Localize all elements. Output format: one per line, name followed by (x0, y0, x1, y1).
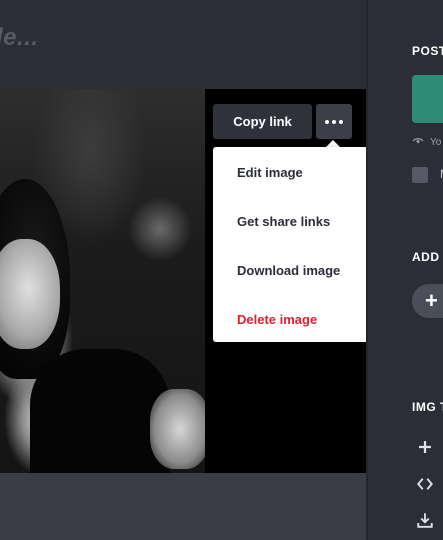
post-thumbnail[interactable] (412, 75, 443, 123)
download-icon[interactable] (416, 511, 434, 529)
add-heading: ADD (412, 250, 440, 264)
code-icon[interactable] (416, 475, 434, 493)
description-area[interactable] (0, 473, 366, 540)
menu-item-get-share-links[interactable]: Get share links (237, 214, 330, 229)
add-button[interactable]: + (412, 284, 443, 318)
copy-link-button[interactable]: Copy link (213, 104, 312, 139)
visibility-text: Yo (430, 137, 442, 148)
menu-item-delete-image[interactable]: Delete image (237, 312, 317, 327)
post-title-input[interactable]: le... (0, 24, 39, 52)
more-options-button[interactable] (316, 104, 352, 139)
dropdown-caret (326, 140, 340, 147)
more-dots-icon (325, 119, 329, 124)
menu-item-download-image[interactable]: Download image (237, 263, 340, 278)
mature-checkbox[interactable] (412, 167, 428, 183)
img-tools-heading: IMG T (412, 400, 443, 414)
eye-icon (412, 138, 424, 143)
menu-item-edit-image[interactable]: Edit image (237, 165, 303, 180)
post-image[interactable] (0, 89, 205, 473)
plus-icon[interactable] (416, 438, 434, 456)
image-options-menu: Edit image Get share links Download imag… (213, 147, 380, 342)
sidebar: POST Yo M ADD + IMG T (368, 0, 443, 540)
post-heading: POST (412, 44, 443, 58)
